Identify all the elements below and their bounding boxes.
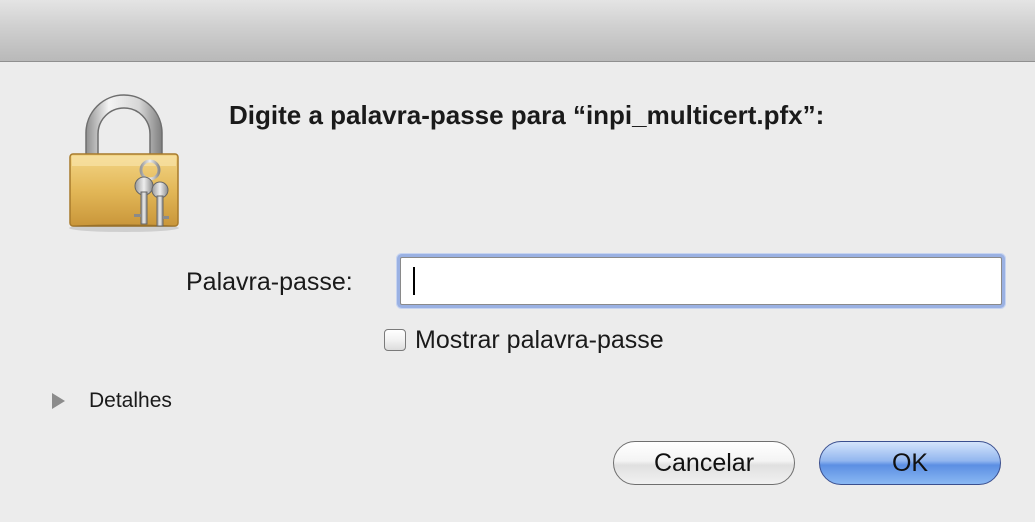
details-disclosure[interactable]: Detalhes [52,386,172,416]
password-dialog: Digite a palavra-passe para “inpi_multic… [0,0,1035,522]
text-caret [413,267,415,295]
cancel-button[interactable]: Cancelar [613,441,795,485]
show-password-option[interactable]: Mostrar palavra-passe [384,323,664,357]
disclosure-triangle-icon[interactable] [52,393,65,409]
title-bar[interactable] [0,0,1035,62]
details-label[interactable]: Detalhes [89,389,172,413]
show-password-checkbox[interactable] [384,329,406,351]
password-field[interactable] [400,257,1002,305]
show-password-label[interactable]: Mostrar palavra-passe [415,326,664,355]
password-label: Palavra-passe: [186,268,353,296]
ok-button[interactable]: OK [819,441,1001,485]
keychain-lock-icon [69,94,179,232]
dialog-prompt: Digite a palavra-passe para “inpi_multic… [229,100,825,130]
